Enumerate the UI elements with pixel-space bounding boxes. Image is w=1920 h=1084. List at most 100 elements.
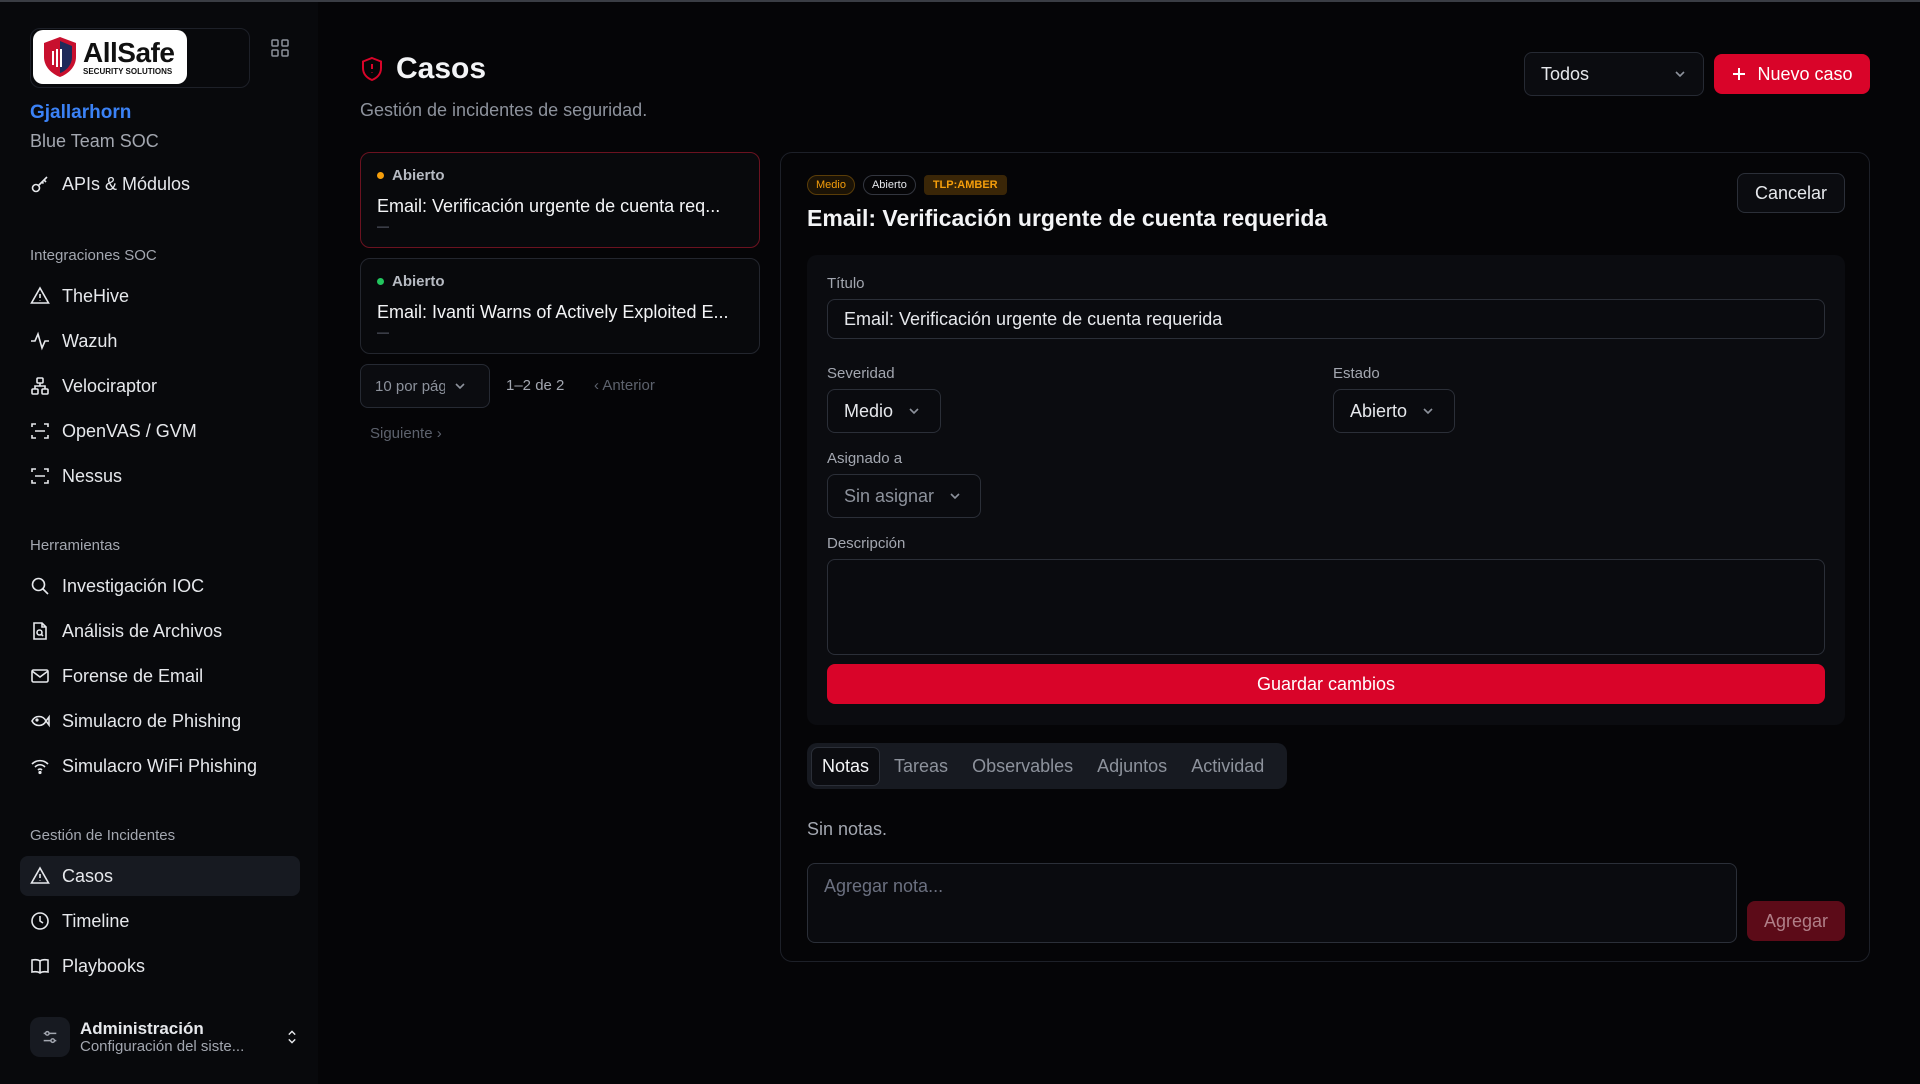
sidebar-item-label: APIs & Módulos xyxy=(62,173,191,194)
mail-icon xyxy=(31,669,49,683)
status-dot xyxy=(377,278,384,285)
case-status-label: Abierto xyxy=(392,167,445,184)
chevron-down-icon xyxy=(950,493,960,500)
sidebar-item-email[interactable]: Forense de Email xyxy=(20,656,300,696)
key-icon xyxy=(31,176,48,193)
sidebar-item-label: Simulacro WiFi Phishing xyxy=(62,755,258,776)
add-note-button[interactable]: Agregar xyxy=(1747,901,1845,941)
sidebar-item-label: Velociraptor xyxy=(62,375,158,396)
case-meta: — xyxy=(377,219,389,233)
sidebar-item-nessus[interactable]: Nessus xyxy=(20,456,300,496)
sidebar-item-label: Casos xyxy=(62,865,114,886)
case-status: Abierto xyxy=(377,167,743,184)
allsafe-logo: AllSafe SECURITY SOLUTIONS xyxy=(33,30,187,84)
section-title-integraciones: Integraciones SOC xyxy=(30,247,157,264)
case-title: Email: Verificación urgente de cuenta re… xyxy=(377,196,721,216)
title-input[interactable]: Email: Verificación urgente de cuenta re… xyxy=(827,299,1825,339)
sidebar-item-thehive[interactable]: TheHive xyxy=(20,276,300,316)
sidebar-item-label: Timeline xyxy=(62,910,130,931)
status-filter-select[interactable]: Todos xyxy=(1524,52,1704,96)
sidebar-item-timeline[interactable]: Timeline xyxy=(20,901,300,941)
case-detail-panel: Medio Abierto TLP:AMBER Email: Verificac… xyxy=(780,152,1870,962)
app-grid-icon[interactable] xyxy=(270,38,290,58)
per-page-select[interactable]: 10 por página xyxy=(360,364,490,408)
sidebar-item-velociraptor[interactable]: Velociraptor xyxy=(20,366,300,406)
severity-select[interactable]: Medio xyxy=(827,389,941,433)
sidebar-item-archivos[interactable]: Análisis de Archivos xyxy=(20,611,300,651)
admin-subtitle: Configuración del siste... xyxy=(80,1038,245,1056)
page-title: Casos xyxy=(360,52,486,86)
severity-label: Severidad xyxy=(827,365,895,382)
chevron-down-icon xyxy=(1675,71,1685,78)
org-name[interactable]: Gjallarhorn xyxy=(30,102,131,124)
org-team: Blue Team SOC xyxy=(30,131,159,151)
tab-notas[interactable]: Notas xyxy=(811,746,881,786)
clock-icon xyxy=(31,912,49,930)
empty-notes-message: Sin notas. xyxy=(807,819,888,839)
sidebar-item-casos[interactable]: Casos xyxy=(20,856,300,896)
assigned-label: Asignado a xyxy=(827,450,903,467)
previous-page-button[interactable]: ‹ Anterior xyxy=(594,377,655,394)
chevrons-up-down-icon xyxy=(288,1030,296,1044)
scan-icon xyxy=(31,468,49,484)
cancel-button[interactable]: Cancelar xyxy=(1737,173,1845,213)
sidebar-item-phishing[interactable]: Simulacro de Phishing xyxy=(20,701,300,741)
case-list-item[interactable]: Abierto Email: Verificación urgente de c… xyxy=(360,152,760,248)
tab-actividad[interactable]: Actividad xyxy=(1181,748,1274,785)
section-title-herramientas: Herramientas xyxy=(30,537,121,554)
new-case-button[interactable]: Nuevo caso xyxy=(1714,54,1870,94)
alert-triangle-icon xyxy=(30,866,50,884)
case-meta: — xyxy=(377,325,389,339)
search-icon xyxy=(31,577,49,595)
status-label: Estado xyxy=(1333,365,1380,382)
page-title-text: Casos xyxy=(396,52,487,85)
sidebar-item-label: Forense de Email xyxy=(62,665,204,686)
save-changes-button[interactable]: Guardar cambios xyxy=(827,664,1825,704)
sidebar-item-wifi[interactable]: Simulacro WiFi Phishing xyxy=(20,746,300,786)
chevron-down-icon xyxy=(455,383,465,390)
scan-icon xyxy=(31,423,49,439)
title-label: Título xyxy=(827,275,865,292)
status-select[interactable]: Abierto xyxy=(1333,389,1455,433)
fish-icon xyxy=(31,714,50,728)
tab-adjuntos[interactable]: Adjuntos xyxy=(1087,748,1177,785)
sidebar: AllSafe SECURITY SOLUTIONS Gjallarhorn B… xyxy=(0,2,318,1084)
filter-value: Todos xyxy=(1541,63,1590,84)
sidebar-item-label: Análisis de Archivos xyxy=(62,620,223,641)
sidebar-item-openvas[interactable]: OpenVAS / GVM xyxy=(20,411,300,451)
severity-value: Medio xyxy=(844,400,894,421)
sidebar-item-label: OpenVAS / GVM xyxy=(62,420,197,441)
tlp-badge: TLP:AMBER xyxy=(923,175,1007,195)
sliders-icon xyxy=(30,1017,70,1057)
description-textarea[interactable] xyxy=(827,559,1825,655)
case-badges: Medio Abierto TLP:AMBER xyxy=(807,175,1007,195)
plus-icon xyxy=(1733,68,1746,80)
case-status: Abierto xyxy=(377,273,743,290)
note-input[interactable]: Agregar nota... xyxy=(807,863,1737,943)
sidebar-item-label: Nessus xyxy=(62,465,123,486)
wifi-icon xyxy=(31,759,49,775)
status-value: Abierto xyxy=(1350,400,1408,421)
tab-observables[interactable]: Observables xyxy=(962,748,1083,785)
status-badge: Abierto xyxy=(862,175,916,195)
assignee-value: Sin asignar xyxy=(844,485,935,506)
admin-menu[interactable]: Administración Configuración del siste..… xyxy=(30,1012,300,1062)
sidebar-item-ioc[interactable]: Investigación IOC xyxy=(20,566,300,606)
sidebar-item-label: Wazuh xyxy=(62,330,118,351)
org-switcher[interactable]: AllSafe SECURITY SOLUTIONS xyxy=(30,28,250,88)
tab-tareas[interactable]: Tareas xyxy=(884,748,958,785)
next-page-button[interactable]: Siguiente › xyxy=(370,425,442,442)
assignee-select[interactable]: Sin asignar xyxy=(827,474,981,518)
status-dot xyxy=(377,172,384,179)
per-page-value: 10 por página xyxy=(375,377,445,395)
sidebar-item-wazuh[interactable]: Wazuh xyxy=(20,321,300,361)
case-title: Email: Ivanti Warns of Actively Exploite… xyxy=(377,302,729,322)
network-icon xyxy=(31,377,49,395)
sidebar-item-apis[interactable]: APIs & Módulos xyxy=(20,164,300,204)
case-list-item[interactable]: Abierto Email: Ivanti Warns of Actively … xyxy=(360,258,760,354)
sidebar-item-label: Investigación IOC xyxy=(62,575,205,596)
page-subtitle: Gestión de incidentes de seguridad. xyxy=(360,100,648,120)
sidebar-item-playbooks[interactable]: Playbooks xyxy=(20,946,300,986)
logo-subtitle: SECURITY SOLUTIONS xyxy=(83,66,173,76)
sidebar-item-label: TheHive xyxy=(62,285,130,306)
